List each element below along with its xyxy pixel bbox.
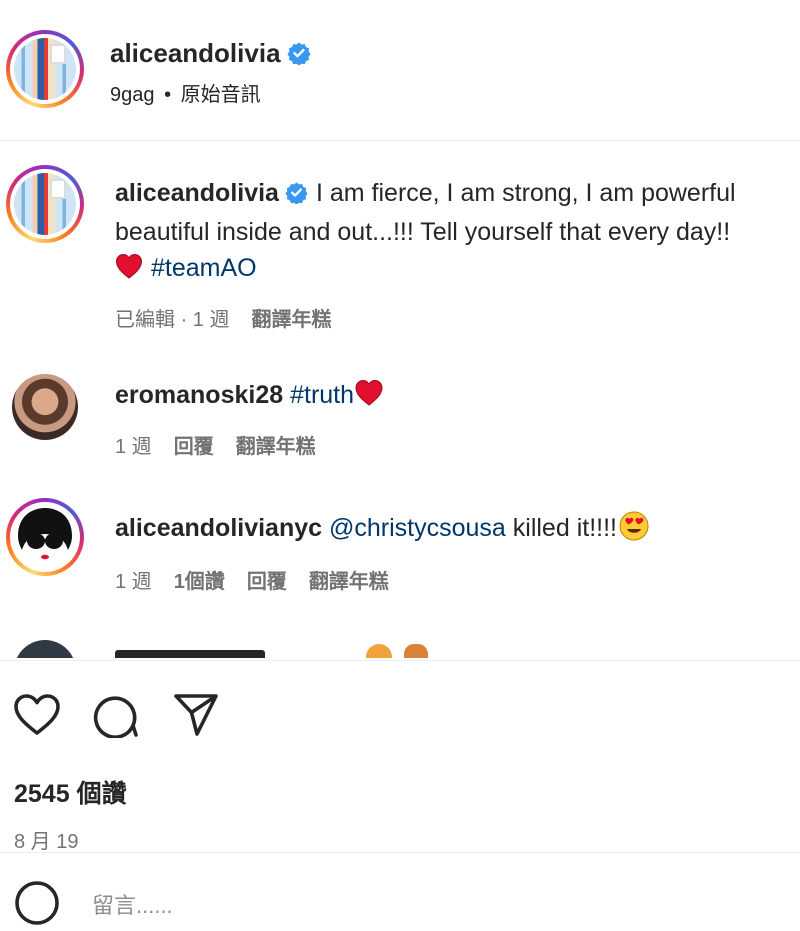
- meta-dot: ·: [180, 309, 188, 331]
- comment-1-line: eromanoski28 #truth: [115, 377, 384, 416]
- comment-time: 1 週: [115, 436, 152, 458]
- avatar-image: [14, 38, 76, 100]
- comment-input[interactable]: 留言......: [92, 888, 173, 920]
- header-avatar[interactable]: [6, 30, 84, 108]
- avatar-image: [14, 173, 76, 235]
- comments-divider: [0, 660, 800, 661]
- caption-username[interactable]: aliceandolivia: [115, 179, 279, 207]
- emoji-smiley-icon[interactable]: [14, 880, 60, 931]
- comment-2: aliceandolivianyc @christycsousa killed …: [115, 510, 649, 594]
- header-title-row: aliceandolivia: [110, 38, 311, 70]
- paper-plane-icon[interactable]: [172, 692, 220, 743]
- caption-hashtag[interactable]: #teamAO: [151, 254, 257, 282]
- reply-button[interactable]: 回覆: [174, 436, 214, 458]
- stace-face-logo-icon: [14, 506, 76, 568]
- verified-badge-icon: [286, 41, 311, 70]
- caption-text-2: beautiful inside and out...!!! Tell your…: [115, 218, 731, 246]
- caption-time: 1 週: [192, 309, 230, 331]
- comment-avatar-eromanoski28[interactable]: [12, 374, 78, 440]
- caption-text-1: I am fierce, I am strong, I am powerful: [315, 179, 736, 207]
- comment-2-meta: 1 週 1個讚 回覆 翻譯年糕: [115, 565, 649, 594]
- red-heart-icon: [354, 379, 384, 416]
- translate-button[interactable]: 翻譯年糕: [251, 309, 331, 331]
- sub-account-link[interactable]: 9gag: [110, 84, 155, 106]
- heart-icon[interactable]: [13, 693, 61, 742]
- reply-button[interactable]: 回覆: [247, 571, 287, 593]
- caption-meta: 已編輯 · 1 週翻譯年糕: [115, 303, 800, 332]
- comment-1-meta: 1 週回覆 翻譯年糕: [115, 430, 384, 459]
- original-audio-link[interactable]: 原始音訊: [181, 84, 261, 106]
- translate-button[interactable]: 翻譯年糕: [309, 571, 389, 593]
- comment-username[interactable]: eromanoski28: [115, 381, 283, 409]
- comment-mention[interactable]: @christycsousa: [329, 514, 506, 542]
- likes-label: 個讚: [76, 780, 127, 808]
- likes-count: 2545: [14, 780, 70, 808]
- header-subline: 9gag • 原始音訊: [110, 78, 261, 107]
- caption-line-3: #teamAO: [115, 250, 800, 289]
- caption-line-1: aliceandolivia I am fierce, I am strong, …: [115, 175, 800, 214]
- post-date: 8 月 19: [14, 831, 79, 853]
- likes-summary[interactable]: 2545 個讚: [14, 774, 127, 810]
- comment-username[interactable]: aliceandolivianyc: [115, 514, 322, 542]
- caption-body: aliceandolivia I am fierce, I am strong, …: [115, 175, 800, 332]
- comment-hashtag[interactable]: #truth: [290, 381, 354, 409]
- post-header: aliceandolivia 9gag • 原始音訊: [0, 0, 800, 141]
- edited-label: 已編輯: [115, 309, 175, 331]
- header-username[interactable]: aliceandolivia: [110, 38, 281, 68]
- dot-separator: •: [164, 84, 172, 106]
- composer-divider: [0, 852, 800, 853]
- comment-1: eromanoski28 #truth 1 週回覆 翻譯年糕: [115, 377, 384, 459]
- translate-button[interactable]: 翻譯年糕: [236, 436, 316, 458]
- heart-eyes-emoji-icon: [619, 511, 649, 551]
- comment-2-line: aliceandolivianyc @christycsousa killed …: [115, 510, 649, 551]
- comment-bubble-icon[interactable]: [92, 692, 140, 743]
- comment-time: 1 週: [115, 571, 152, 593]
- verified-badge-icon: [285, 178, 308, 214]
- comment-text: killed it!!!!: [505, 514, 617, 542]
- red-heart-icon: [115, 253, 143, 289]
- clipped-next-comment: [0, 636, 800, 658]
- caption-avatar[interactable]: [6, 165, 84, 243]
- comment-likes-count[interactable]: 1個讚: [174, 571, 225, 593]
- comment-avatar-aliceandolivianyc[interactable]: [6, 498, 84, 576]
